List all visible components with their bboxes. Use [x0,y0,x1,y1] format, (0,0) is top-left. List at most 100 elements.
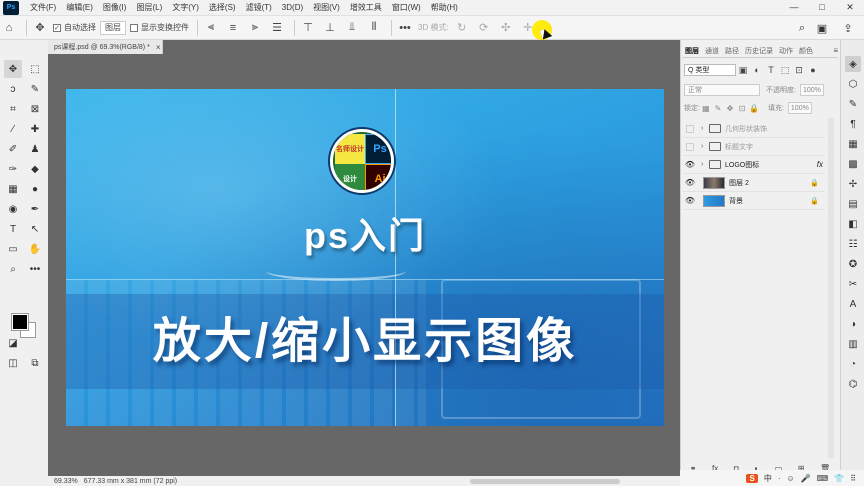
3d-roll-icon[interactable]: ⟳ [475,18,493,38]
libraries-icon[interactable]: ▥ [845,336,861,352]
zoom-tool-icon[interactable]: ⌕ [4,260,22,278]
menu-3d[interactable]: 3D(D) [277,3,308,12]
color-icon[interactable]: ✪ [845,256,861,272]
opacity-input[interactable]: 100% [799,84,824,96]
image-canvas[interactable]: 名师设计 Ps 设计 Ai ps入门 放大/缩小显示图像 [66,89,664,426]
screen-mode-icon[interactable]: ⧉ [26,354,44,372]
show-transform-checkbox[interactable]: 显示变换控件 [130,18,189,38]
keyboard-icon[interactable]: ⌨ [817,474,829,483]
auto-select-checkbox[interactable]: ✓ 自动选择 [53,18,96,38]
lasso-tool-icon[interactable]: ↄ [4,80,22,98]
align-top-icon[interactable]: ⊤ [299,18,317,38]
horizontal-guide[interactable] [66,279,664,280]
align-left-icon[interactable]: ⫷ [202,18,220,38]
channels-icon[interactable]: ◔ [845,356,861,372]
menu-edit[interactable]: 编辑(E) [61,2,98,13]
language-indicator[interactable]: 中 [764,473,772,484]
menu-file[interactable]: 文件(F) [25,2,61,13]
filter-smart-icon[interactable]: ⊡ [792,65,806,76]
more-options-button[interactable]: ••• [396,18,414,38]
visibility-toggle[interactable] [686,124,694,133]
tab-color[interactable]: 颜色 [796,46,816,56]
layer-row[interactable]: 👁 图层 2 🔒 [683,174,825,192]
quick-mask-icon[interactable]: ◫ [4,354,22,372]
adjustments-icon[interactable]: ◑ [845,316,861,332]
history-brush-tool-icon[interactable]: ✑ [4,160,22,178]
lock-image-icon[interactable]: ✎ [712,104,724,113]
filter-adjustment-icon[interactable]: ◐ [750,65,764,75]
tab-actions[interactable]: 动作 [776,46,796,56]
horizontal-scrollbar[interactable] [470,478,620,484]
zoom-level[interactable]: 69.33% [54,478,78,485]
expand-arrow-icon[interactable]: › [701,125,709,132]
maximize-button[interactable]: □ [808,2,836,13]
3d-rotate-icon[interactable]: ↻ [453,18,471,38]
align-hcenter-icon[interactable]: ≡ [224,18,242,38]
menu-type[interactable]: 文字(Y) [167,2,204,13]
histogram-icon[interactable]: ▤ [845,196,861,212]
brush-settings-icon[interactable]: ✎ [845,96,861,112]
share-icon[interactable]: ⇪ [840,20,856,36]
filter-shape-icon[interactable]: ⬚ [778,65,792,76]
move-tool-preset-icon[interactable]: ✥ [31,18,49,38]
frame-tool-icon[interactable]: ⊠ [26,100,44,118]
menu-plugins[interactable]: 增效工具 [345,2,387,13]
close-tab-icon[interactable]: × [156,43,161,52]
patterns-icon[interactable]: ▩ [845,156,861,172]
fill-input[interactable]: 100% [787,102,812,114]
menu-layer[interactable]: 图层(L) [131,2,167,13]
tab-paths[interactable]: 路径 [722,46,742,56]
microphone-icon[interactable]: 🎤 [801,474,811,483]
path-select-tool-icon[interactable]: ↖ [26,220,44,238]
3d-icon[interactable]: ⬡ [845,76,861,92]
blend-mode-dropdown[interactable]: 正常 [684,84,760,96]
layer-row[interactable]: › 几何形状装饰 [683,120,825,138]
layer-row[interactable]: 👁 › LOGO图标 fx [683,156,825,174]
ime-logo-icon[interactable]: S [746,473,758,483]
eyedropper-tool-icon[interactable]: ⁄ [4,120,22,138]
stamp-tool-icon[interactable]: ♟ [26,140,44,158]
hand-tool-icon[interactable]: ✋ [26,240,44,258]
minimize-button[interactable]: — [780,2,808,13]
lock-transparent-icon[interactable]: ▦ [700,104,712,113]
menu-select[interactable]: 选择(S) [204,2,241,13]
menu-view[interactable]: 视图(V) [308,2,345,13]
lock-artboard-icon[interactable]: ⊡ [736,104,748,113]
eraser-tool-icon[interactable]: ◆ [26,160,44,178]
home-icon[interactable]: ⌂ [0,18,18,38]
lock-position-icon[interactable]: ✥ [724,104,736,113]
align-right-icon[interactable]: ⫸ [246,18,264,38]
type-tool-icon[interactable]: T [4,220,22,238]
panel-menu-icon[interactable]: ≡ [833,46,838,55]
auto-select-target-dropdown[interactable]: 图层 [100,20,126,35]
move-tool-icon[interactable]: ✥ [4,60,22,78]
3d-pan-icon[interactable]: ✣ [497,18,515,38]
expand-arrow-icon[interactable]: › [701,161,709,168]
filter-toggle-icon[interactable]: ● [806,65,820,75]
shape-tool-icon[interactable]: ▭ [4,240,22,258]
menu-help[interactable]: 帮助(H) [426,2,463,13]
edit-toolbar-icon[interactable]: ••• [26,260,44,278]
swatches-icon[interactable]: ▦ [845,136,861,152]
tab-channels[interactable]: 通道 [702,46,722,56]
info-icon[interactable]: ◧ [845,216,861,232]
fx-badge[interactable]: fx [817,160,823,169]
eye-icon[interactable]: 👁 [683,196,697,205]
align-bottom-icon[interactable]: ⫫ [343,18,361,38]
distribute-icon[interactable]: ☰ [268,18,286,38]
healing-tool-icon[interactable]: ✚ [26,120,44,138]
document-size[interactable]: 677.33 mm x 381 mm (72 ppi) [84,478,177,485]
dodge-tool-icon[interactable]: ◉ [4,200,22,218]
menu-image[interactable]: 图像(I) [98,2,132,13]
foreground-color-swatch[interactable] [11,313,29,331]
filter-type-icon[interactable]: T [764,65,778,75]
paragraph-icon[interactable]: ¶ [845,116,861,132]
workspace-icon[interactable]: ▣ [814,20,830,36]
eye-icon[interactable]: 👁 [683,160,697,169]
character-icon[interactable]: A [845,296,861,312]
quick-select-tool-icon[interactable]: ✎ [26,80,44,98]
visibility-toggle[interactable] [686,142,694,151]
marquee-tool-icon[interactable]: ⬚ [26,60,44,78]
expand-arrow-icon[interactable]: › [701,143,709,150]
crop-tool-icon[interactable]: ⌗ [4,100,22,118]
